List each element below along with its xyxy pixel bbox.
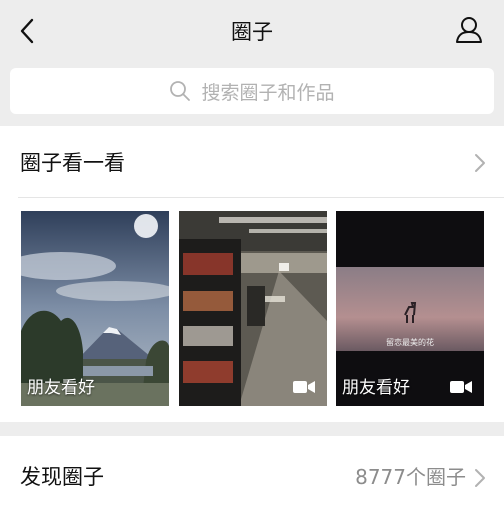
chevron-right-icon (475, 469, 485, 487)
divider (18, 197, 504, 198)
discover-title: 发现圈子 (20, 465, 104, 489)
search-icon (170, 81, 191, 101)
nav-bar: 圈子 (0, 0, 504, 62)
search-placeholder: 搜索圈子和作品 (201, 81, 335, 104)
overlay-text: 留恋最美的花 (386, 338, 434, 347)
chevron-right-icon (475, 154, 485, 172)
circle-count: 8777个圈子 (355, 465, 466, 489)
browse-section-header[interactable]: 圈子看一看 (0, 126, 504, 198)
circle-card[interactable]: 留恋最美的花 朋友看好 (336, 211, 484, 406)
video-camera-icon (450, 381, 472, 393)
discover-circles-row[interactable]: 发现圈子 8777个圈子 (0, 436, 504, 508)
card-caption: 朋友看好 (342, 378, 410, 398)
library-photo (179, 211, 327, 406)
page-title: 圈子 (231, 20, 273, 44)
circle-card[interactable]: 朋友看好 (21, 211, 169, 406)
search-input[interactable]: 搜索圈子和作品 (10, 68, 494, 114)
browse-section: 圈子看一看 朋友看好 留恋最美的花 朋友看好 (0, 126, 504, 422)
section-title: 圈子看一看 (20, 151, 125, 175)
video-camera-icon (293, 381, 315, 393)
user-icon[interactable] (454, 15, 484, 45)
card-caption: 朋友看好 (27, 378, 95, 398)
circle-card[interactable] (179, 211, 327, 406)
